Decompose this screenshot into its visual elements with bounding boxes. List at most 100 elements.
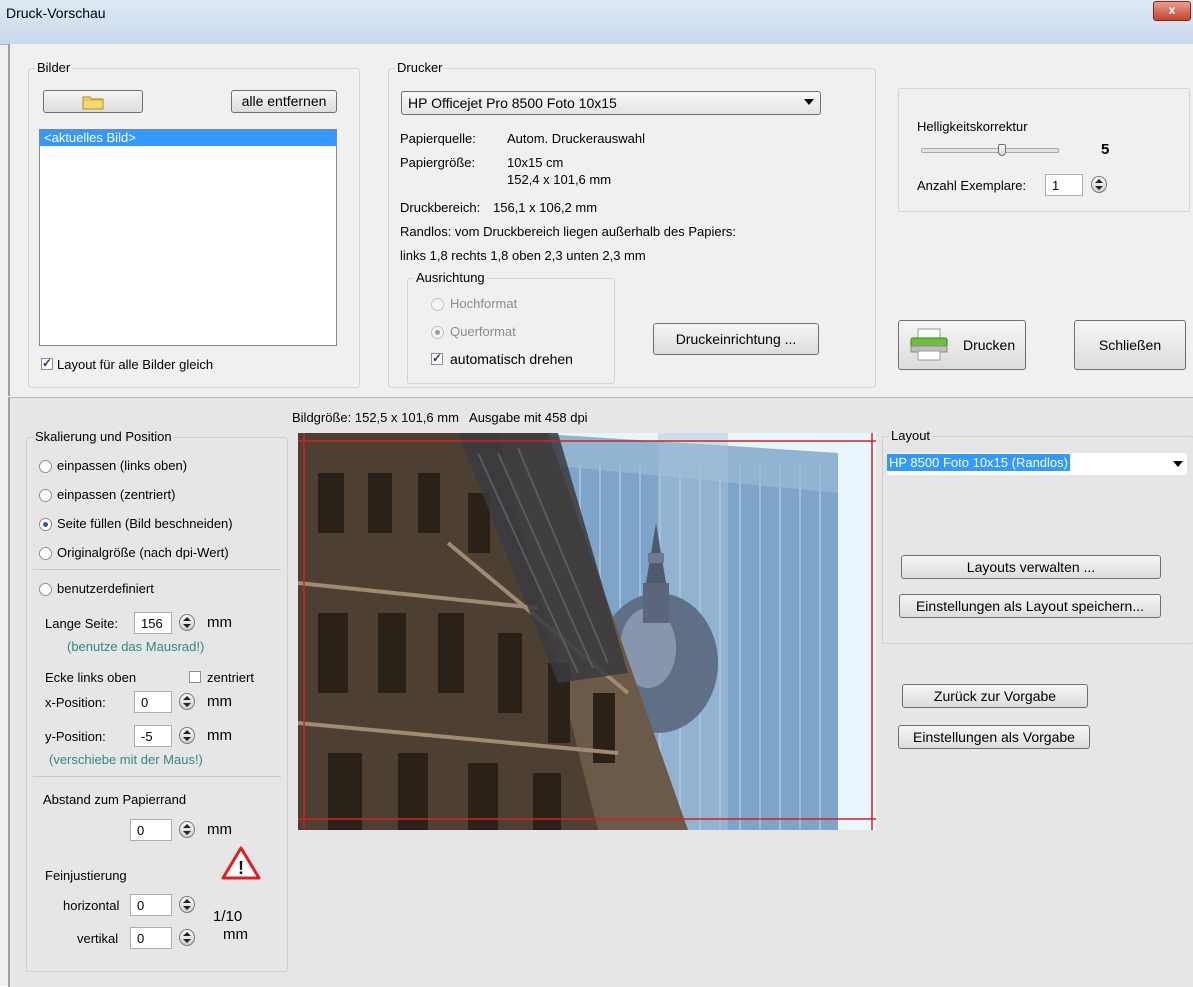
print-button[interactable]: Drucken xyxy=(898,320,1026,370)
printer-setup-button[interactable]: Druckeinrichtung ... xyxy=(653,323,819,355)
paper-source-label: Papierquelle: xyxy=(400,131,476,146)
scaling-group: Skalierung und Position einpassen (links… xyxy=(26,429,288,972)
original-size-radio[interactable] xyxy=(39,547,52,560)
distance-spinner[interactable] xyxy=(179,821,195,838)
vertical-label: vertikal xyxy=(77,931,119,946)
slider-thumb[interactable] xyxy=(998,144,1006,156)
drucker-legend: Drucker xyxy=(395,60,445,75)
paper-source-value: Autom. Druckerauswahl xyxy=(507,131,645,146)
fit-centered-label: einpassen (zentriert) xyxy=(57,487,176,502)
save-as-default-button[interactable]: Einstellungen als Vorgabe xyxy=(898,725,1090,749)
image-info: Bildgröße: 152,5 x 101,6 mm Ausgabe mit … xyxy=(292,410,588,425)
chevron-down-icon xyxy=(804,99,814,105)
layout-same-label: Layout für alle Bilder gleich xyxy=(57,357,214,372)
paper-size-mm-value: 152,4 x 101,6 mm xyxy=(507,172,612,187)
distance-label: Abstand zum Papierrand xyxy=(43,792,187,807)
printer-select[interactable]: HP Officejet Pro 8500 Foto 10x15 xyxy=(401,91,821,115)
chevron-down-icon xyxy=(1173,461,1183,467)
open-folder-button[interactable] xyxy=(43,90,143,113)
copies-input[interactable]: 1 xyxy=(1045,174,1083,196)
layout-group: Layout HP 8500 Foto 10x15 (Randlos) Layo… xyxy=(882,428,1193,644)
close-window-button[interactable]: x xyxy=(1153,1,1191,21)
fit-top-left-label: einpassen (links oben) xyxy=(57,458,188,473)
centered-checkbox[interactable] xyxy=(189,671,201,683)
bottom-panel: Skalierung und Position einpassen (links… xyxy=(8,397,1193,987)
folder-icon xyxy=(82,96,104,110)
distance-unit: mm xyxy=(207,821,232,838)
custom-label: benutzerdefiniert xyxy=(57,581,154,596)
y-position-spinner[interactable] xyxy=(179,727,195,744)
scaling-legend: Skalierung und Position xyxy=(33,429,174,444)
horizontal-input[interactable]: 0 xyxy=(130,894,172,916)
x-position-input[interactable]: 0 xyxy=(134,691,172,713)
orientation-legend: Ausrichtung xyxy=(414,270,487,285)
margins-text: links 1,8 rechts 1,8 oben 2,3 unten 2,3 … xyxy=(400,248,646,263)
auto-rotate-checkbox[interactable] xyxy=(431,351,443,365)
fine-adjust-label: Feinjustierung xyxy=(45,868,127,883)
paper-size-label: Papiergröße: xyxy=(400,155,476,170)
manage-layouts-button[interactable]: Layouts verwalten ... xyxy=(901,555,1161,579)
fit-centered-radio[interactable] xyxy=(39,489,52,502)
building-photo xyxy=(298,433,876,830)
printer-icon xyxy=(910,328,948,361)
brightness-group: Helligkeitskorrektur 5 Anzahl Exemplare:… xyxy=(898,88,1190,212)
print-area-label: Druckbereich: xyxy=(400,200,481,215)
landscape-radio[interactable] xyxy=(431,326,444,339)
print-preview-window: Druck-Vorschau x Bilder alle entfernen <… xyxy=(0,0,1193,987)
long-side-label: Lange Seite: xyxy=(45,616,119,631)
custom-radio[interactable] xyxy=(39,583,52,596)
brightness-slider[interactable] xyxy=(921,144,1059,156)
preview-image[interactable] xyxy=(298,433,876,830)
layout-select[interactable]: HP 8500 Foto 10x15 (Randlos) xyxy=(887,453,1187,475)
fill-page-radio[interactable] xyxy=(39,518,52,531)
print-area-value: 156,1 x 106,2 mm xyxy=(493,200,598,215)
x-position-label: x-Position: xyxy=(45,695,106,710)
top-panel: Bilder alle entfernen <aktuelles Bild> L… xyxy=(8,44,1193,396)
window-title: Druck-Vorschau xyxy=(6,5,106,21)
brightness-label: Helligkeitskorrektur xyxy=(917,119,1028,134)
image-list-item[interactable]: <aktuelles Bild> xyxy=(40,130,336,146)
image-list[interactable]: <aktuelles Bild> xyxy=(39,129,337,346)
x-position-spinner[interactable] xyxy=(179,693,195,710)
y-position-unit: mm xyxy=(207,727,232,744)
fit-top-left-radio[interactable] xyxy=(39,460,52,473)
divider xyxy=(33,569,281,570)
printer-select-value: HP Officejet Pro 8500 Foto 10x15 xyxy=(408,95,617,111)
divider xyxy=(33,776,281,777)
bilder-group: Bilder alle entfernen <aktuelles Bild> L… xyxy=(28,60,360,388)
copies-label: Anzahl Exemplare: xyxy=(917,178,1027,193)
y-position-label: y-Position: xyxy=(45,729,106,744)
long-side-input[interactable]: 156 xyxy=(134,612,172,634)
distance-input[interactable]: 0 xyxy=(130,819,172,841)
y-position-input[interactable]: -5 xyxy=(134,725,172,747)
vertical-input[interactable]: 0 xyxy=(130,927,172,949)
centered-label: zentriert xyxy=(207,670,254,685)
auto-rotate-label: automatisch drehen xyxy=(450,351,573,367)
horizontal-label: horizontal xyxy=(63,898,120,913)
mouse-hint: (verschiebe mit der Maus!) xyxy=(49,752,203,767)
back-to-default-button[interactable]: Zurück zur Vorgabe xyxy=(902,684,1088,708)
fine-unit-mm: mm xyxy=(223,926,248,943)
long-side-unit: mm xyxy=(207,614,232,631)
bilder-legend: Bilder xyxy=(35,60,73,75)
portrait-label: Hochformat xyxy=(450,296,518,311)
horizontal-spinner[interactable] xyxy=(179,896,195,913)
fill-page-label: Seite füllen (Bild beschneiden) xyxy=(57,516,233,531)
paper-size-value: 10x15 cm xyxy=(507,155,564,170)
fine-unit-tenth: 1/10 xyxy=(213,908,243,925)
warning-icon: ! xyxy=(221,846,261,880)
print-label: Drucken xyxy=(963,337,1016,353)
save-layout-button[interactable]: Einstellungen als Layout speichern... xyxy=(899,594,1161,618)
borderless-text: Randlos: vom Druckbereich liegen außerha… xyxy=(400,224,737,239)
layout-legend: Layout xyxy=(889,428,933,443)
vertical-spinner[interactable] xyxy=(179,929,195,946)
landscape-label: Querformat xyxy=(450,324,516,339)
layout-same-checkbox[interactable] xyxy=(41,356,53,370)
close-button[interactable]: Schließen xyxy=(1074,320,1186,370)
warning-mark: ! xyxy=(238,858,244,878)
long-side-spinner[interactable] xyxy=(179,614,195,631)
original-size-label: Originalgröße (nach dpi-Wert) xyxy=(57,545,229,560)
portrait-radio[interactable] xyxy=(431,298,444,311)
remove-all-button[interactable]: alle entfernen xyxy=(231,90,337,113)
copies-spinner[interactable] xyxy=(1091,176,1107,193)
